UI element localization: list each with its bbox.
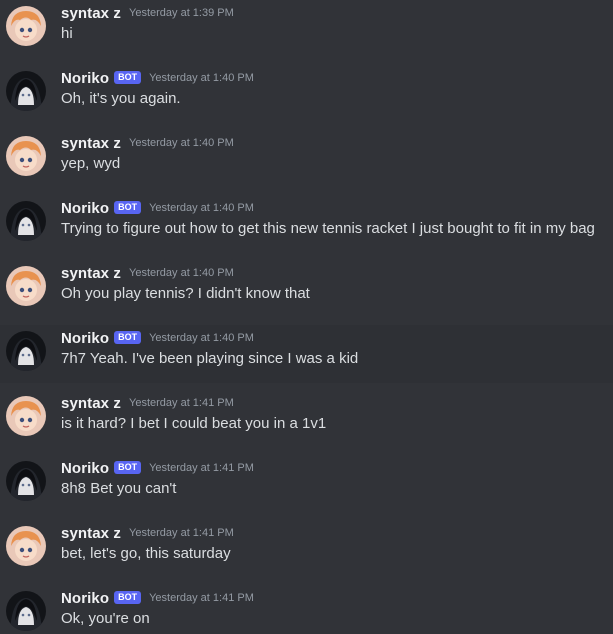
username[interactable]: syntax z: [61, 395, 121, 412]
chat-message[interactable]: syntax z Yesterday at 1:40 PM yep, wyd: [0, 130, 613, 188]
timestamp: Yesterday at 1:40 PM: [129, 137, 234, 149]
timestamp: Yesterday at 1:40 PM: [149, 72, 254, 84]
chat-message[interactable]: Noriko BOT Yesterday at 1:40 PM Trying t…: [0, 195, 613, 253]
chat-message[interactable]: Noriko BOT Yesterday at 1:41 PM 8h8 Bet …: [0, 455, 613, 513]
bot-badge: BOT: [114, 70, 142, 84]
bot-badge: BOT: [114, 590, 142, 604]
chat-message[interactable]: Noriko BOT Yesterday at 1:40 PM 7h7 Yeah…: [0, 325, 613, 383]
chat-message[interactable]: syntax z Yesterday at 1:40 PM Oh you pla…: [0, 260, 613, 318]
chat-message[interactable]: syntax z Yesterday at 1:41 PM bet, let's…: [0, 520, 613, 578]
message-content: Oh, it's you again.: [61, 90, 181, 107]
avatar-syntax-z[interactable]: [6, 526, 46, 566]
message-content: yep, wyd: [61, 155, 121, 172]
username[interactable]: syntax z: [61, 135, 121, 152]
message-content: 7h7 Yeah. I've been playing since I was …: [61, 350, 359, 367]
message-header: syntax z Yesterday at 1:40 PM: [61, 133, 234, 153]
username[interactable]: Noriko: [61, 460, 109, 477]
message-content: Trying to figure out how to get this new…: [61, 220, 595, 237]
avatar-syntax-z[interactable]: [6, 266, 46, 306]
message-content: bet, let's go, this saturday: [61, 545, 231, 562]
message-content: is it hard? I bet I could beat you in a …: [61, 415, 327, 432]
avatar-noriko[interactable]: [6, 461, 46, 501]
avatar-noriko[interactable]: [6, 201, 46, 241]
timestamp: Yesterday at 1:41 PM: [129, 397, 234, 409]
message-header: Noriko BOT Yesterday at 1:40 PM: [61, 68, 254, 88]
timestamp: Yesterday at 1:40 PM: [149, 332, 254, 344]
message-header: syntax z Yesterday at 1:39 PM: [61, 3, 234, 23]
timestamp: Yesterday at 1:39 PM: [129, 7, 234, 19]
bot-badge: BOT: [114, 460, 142, 474]
username[interactable]: syntax z: [61, 5, 121, 22]
chat-message[interactable]: Noriko BOT Yesterday at 1:41 PM Ok, you'…: [0, 585, 613, 634]
message-content: Ok, you're on: [61, 610, 150, 627]
bot-badge: BOT: [114, 330, 142, 344]
avatar-noriko[interactable]: [6, 71, 46, 111]
username[interactable]: syntax z: [61, 265, 121, 282]
chat-message[interactable]: syntax z Yesterday at 1:39 PM hi: [0, 0, 613, 58]
message-header: syntax z Yesterday at 1:41 PM: [61, 393, 234, 413]
message-list: syntax z Yesterday at 1:39 PM hi Noriko …: [0, 0, 613, 634]
message-content: Oh you play tennis? I didn't know that: [61, 285, 310, 302]
username[interactable]: Noriko: [61, 200, 109, 217]
message-content: 8h8 Bet you can't: [61, 480, 177, 497]
avatar-syntax-z[interactable]: [6, 396, 46, 436]
timestamp: Yesterday at 1:41 PM: [129, 527, 234, 539]
message-header: Noriko BOT Yesterday at 1:40 PM: [61, 198, 254, 218]
chat-message[interactable]: syntax z Yesterday at 1:41 PM is it hard…: [0, 390, 613, 448]
username[interactable]: syntax z: [61, 525, 121, 542]
message-content: hi: [61, 25, 73, 42]
message-header: Noriko BOT Yesterday at 1:41 PM: [61, 588, 254, 608]
timestamp: Yesterday at 1:41 PM: [149, 592, 254, 604]
message-header: syntax z Yesterday at 1:41 PM: [61, 523, 234, 543]
avatar-syntax-z[interactable]: [6, 136, 46, 176]
avatar-syntax-z[interactable]: [6, 6, 46, 46]
message-header: Noriko BOT Yesterday at 1:40 PM: [61, 328, 254, 348]
timestamp: Yesterday at 1:40 PM: [129, 267, 234, 279]
username[interactable]: Noriko: [61, 70, 109, 87]
bot-badge: BOT: [114, 200, 142, 214]
message-header: Noriko BOT Yesterday at 1:41 PM: [61, 458, 254, 478]
timestamp: Yesterday at 1:41 PM: [149, 462, 254, 474]
username[interactable]: Noriko: [61, 590, 109, 607]
username[interactable]: Noriko: [61, 330, 109, 347]
avatar-noriko[interactable]: [6, 331, 46, 371]
chat-message[interactable]: Noriko BOT Yesterday at 1:40 PM Oh, it's…: [0, 65, 613, 123]
message-header: syntax z Yesterday at 1:40 PM: [61, 263, 234, 283]
timestamp: Yesterday at 1:40 PM: [149, 202, 254, 214]
avatar-noriko[interactable]: [6, 591, 46, 631]
